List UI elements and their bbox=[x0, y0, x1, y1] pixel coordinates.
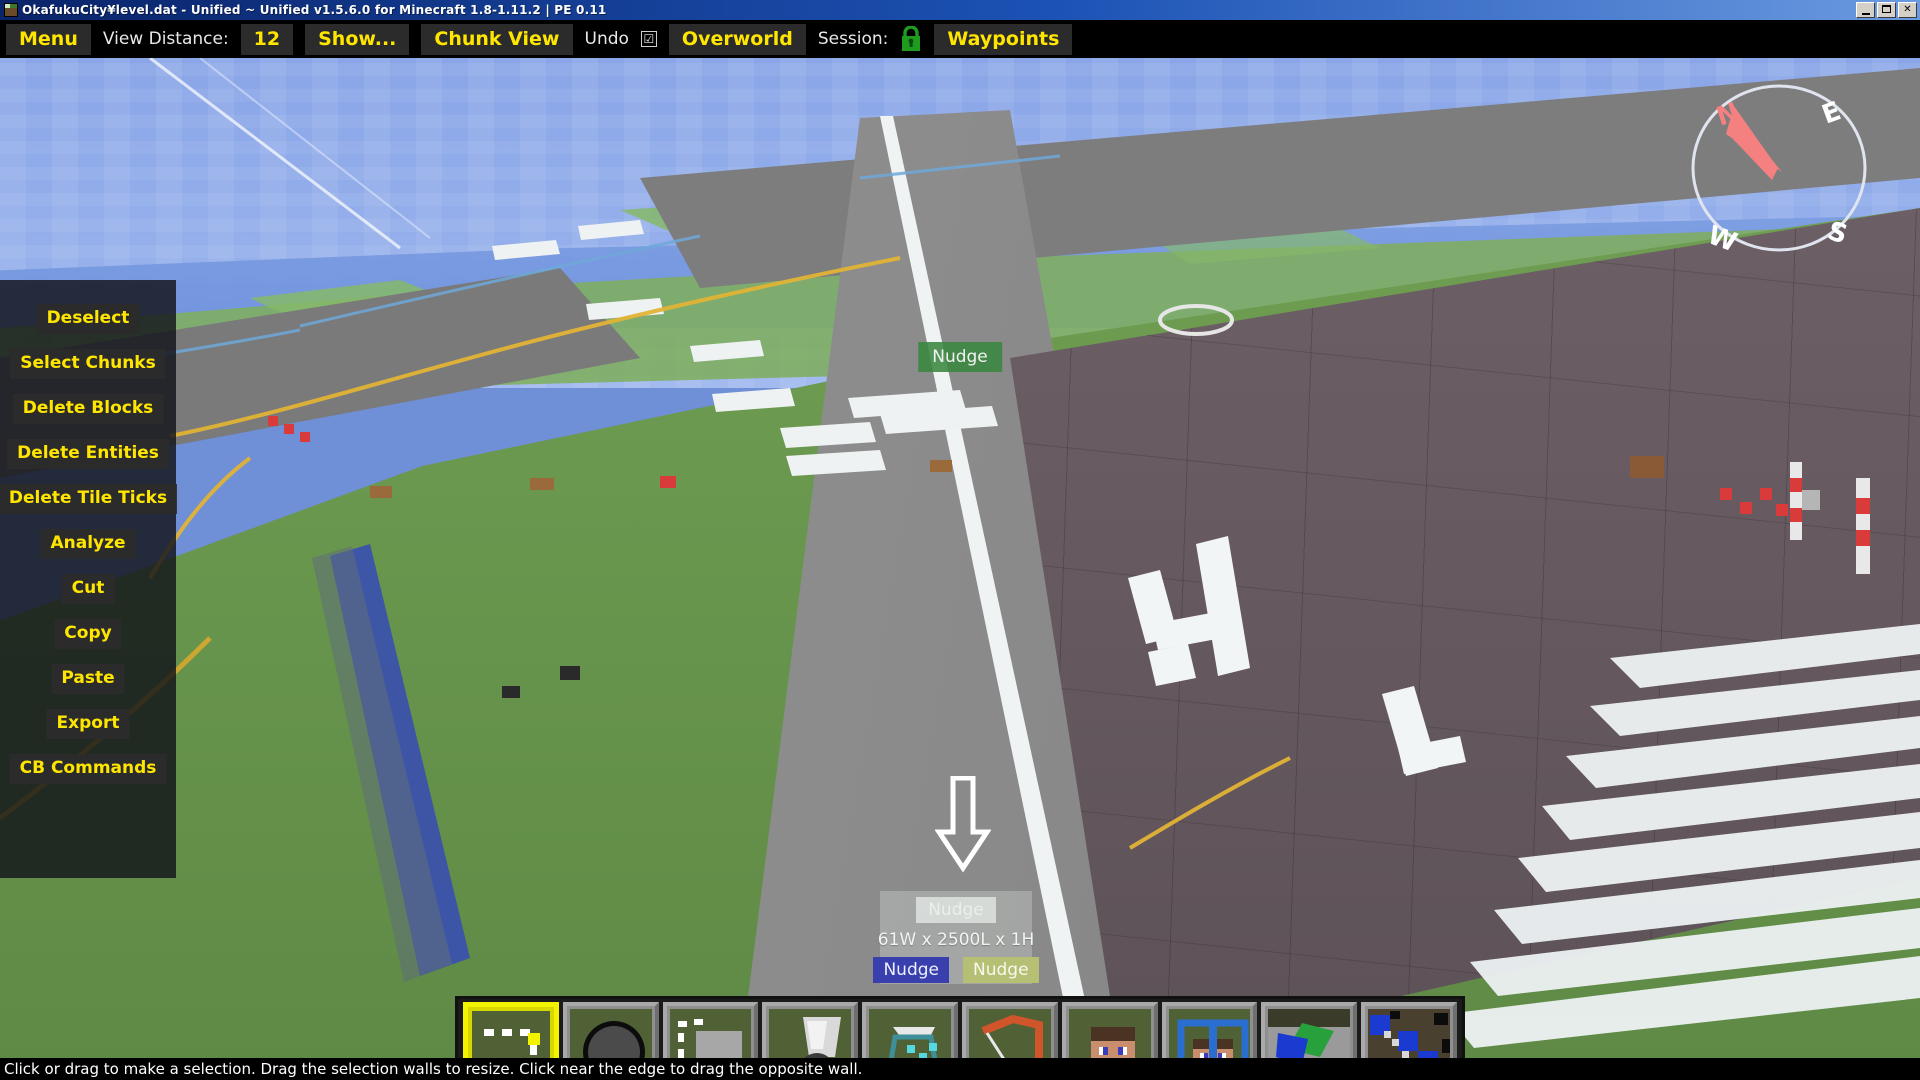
sidebar-item-select-chunks[interactable]: Select Chunks bbox=[10, 349, 166, 379]
compass-east-label: E bbox=[1818, 96, 1845, 130]
sidebar-item-delete-entities[interactable]: Delete Entities bbox=[7, 439, 169, 469]
sphere-brush-icon bbox=[569, 1009, 652, 1060]
hotbar-slot-player-spawn-tool[interactable] bbox=[1161, 1002, 1258, 1060]
window-title: OkafukuCity¥level.dat - Unified ~ Unifie… bbox=[22, 3, 607, 17]
dimension-button[interactable]: Overworld bbox=[668, 23, 806, 55]
flask-icon bbox=[869, 1009, 951, 1060]
spawn-frame-icon bbox=[1168, 1009, 1251, 1060]
world-chunk-icon bbox=[1268, 1009, 1351, 1060]
application-window: OkafukuCity¥level.dat - Unified ~ Unifie… bbox=[0, 0, 1920, 1080]
tool-hotbar bbox=[455, 996, 1465, 1060]
hotbar-slot-player-tool[interactable] bbox=[1061, 1002, 1158, 1060]
nudge-button-row: Nudge Nudge bbox=[873, 957, 1039, 983]
sidebar-item-paste[interactable]: Paste bbox=[51, 664, 125, 694]
view-distance-label: View Distance: bbox=[102, 29, 229, 49]
minimize-button[interactable] bbox=[1856, 2, 1875, 18]
world-viewport[interactable]: N E S W Nudge Deselect Select Chunks Del… bbox=[0, 58, 1920, 1060]
grass-block-icon bbox=[4, 3, 18, 17]
sidebar-item-analyze[interactable]: Analyze bbox=[40, 529, 136, 559]
view-distance-value[interactable]: 12 bbox=[240, 23, 294, 55]
sidebar-item-delete-tile-ticks[interactable]: Delete Tile Ticks bbox=[0, 484, 178, 514]
sidebar-item-deselect[interactable]: Deselect bbox=[36, 304, 140, 334]
undo-checkbox[interactable]: ☑ bbox=[640, 31, 657, 47]
status-bar: Click or drag to make a selection. Drag … bbox=[0, 1058, 1920, 1080]
selection-nudge-panel: Nudge 61W x 2500L x 1H Nudge Nudge bbox=[873, 891, 1039, 984]
hotbar-slot-selection-tool[interactable] bbox=[463, 1002, 559, 1060]
undo-label: Undo bbox=[584, 29, 629, 49]
down-arrow-icon bbox=[934, 775, 992, 874]
waypoints-button[interactable]: Waypoints bbox=[934, 23, 1073, 55]
sidebar-item-copy[interactable]: Copy bbox=[54, 619, 122, 649]
green-padlock-icon[interactable] bbox=[900, 26, 922, 52]
selection-corner-icon bbox=[472, 1011, 550, 1060]
hotbar-slot-import-tool[interactable] bbox=[961, 1002, 1058, 1060]
main-toolbar: Menu View Distance: 12 Show... Chunk Vie… bbox=[0, 20, 1920, 58]
nudge-olive-button[interactable]: Nudge bbox=[963, 957, 1039, 983]
sidebar-item-cut[interactable]: Cut bbox=[61, 574, 115, 604]
hotbar-slot-filter-tool[interactable] bbox=[862, 1002, 958, 1060]
window-controls: ✕ bbox=[1856, 2, 1917, 18]
compass-widget: N E S W bbox=[1674, 68, 1884, 268]
sidebar-item-delete-blocks[interactable]: Delete Blocks bbox=[12, 394, 164, 424]
sidebar-item-export[interactable]: Export bbox=[46, 709, 130, 739]
bucket-checker-icon bbox=[769, 1009, 852, 1060]
steve-head-icon bbox=[1068, 1009, 1151, 1060]
sidebar-item-cb-commands[interactable]: CB Commands bbox=[9, 754, 167, 784]
hotbar-slot-nbt-tool[interactable] bbox=[1361, 1002, 1457, 1060]
nudge-main-button[interactable]: Nudge bbox=[916, 897, 996, 923]
selection-dimensions: 61W x 2500L x 1H bbox=[877, 930, 1035, 950]
menu-button[interactable]: Menu bbox=[6, 23, 91, 55]
title-bar: OkafukuCity¥level.dat - Unified ~ Unifie… bbox=[0, 0, 1920, 20]
nbt-blocks-icon bbox=[1368, 1009, 1450, 1060]
show-button[interactable]: Show... bbox=[305, 23, 410, 55]
compass-west-label: W bbox=[1704, 220, 1741, 258]
sidebar-nudge-button[interactable]: Nudge bbox=[918, 342, 1002, 372]
hotbar-slot-clone-tool[interactable] bbox=[662, 1002, 759, 1060]
crane-schematic-icon bbox=[968, 1009, 1051, 1060]
hotbar-slot-chunk-tool[interactable] bbox=[1261, 1002, 1358, 1060]
selection-tool-panel: Deselect Select Chunks Delete Blocks Del… bbox=[0, 280, 178, 878]
maximize-button[interactable] bbox=[1877, 2, 1896, 18]
session-label: Session: bbox=[817, 29, 889, 49]
hotbar-slot-brush-tool[interactable] bbox=[562, 1002, 659, 1060]
compass-south-label: S bbox=[1824, 216, 1851, 250]
clone-box-icon bbox=[669, 1009, 752, 1060]
chunk-view-button[interactable]: Chunk View bbox=[421, 23, 573, 55]
close-button[interactable]: ✕ bbox=[1898, 2, 1917, 18]
nudge-blue-button[interactable]: Nudge bbox=[873, 957, 949, 983]
compass-north-label: N bbox=[1713, 97, 1743, 132]
hotbar-slot-fill-tool[interactable] bbox=[762, 1002, 859, 1060]
